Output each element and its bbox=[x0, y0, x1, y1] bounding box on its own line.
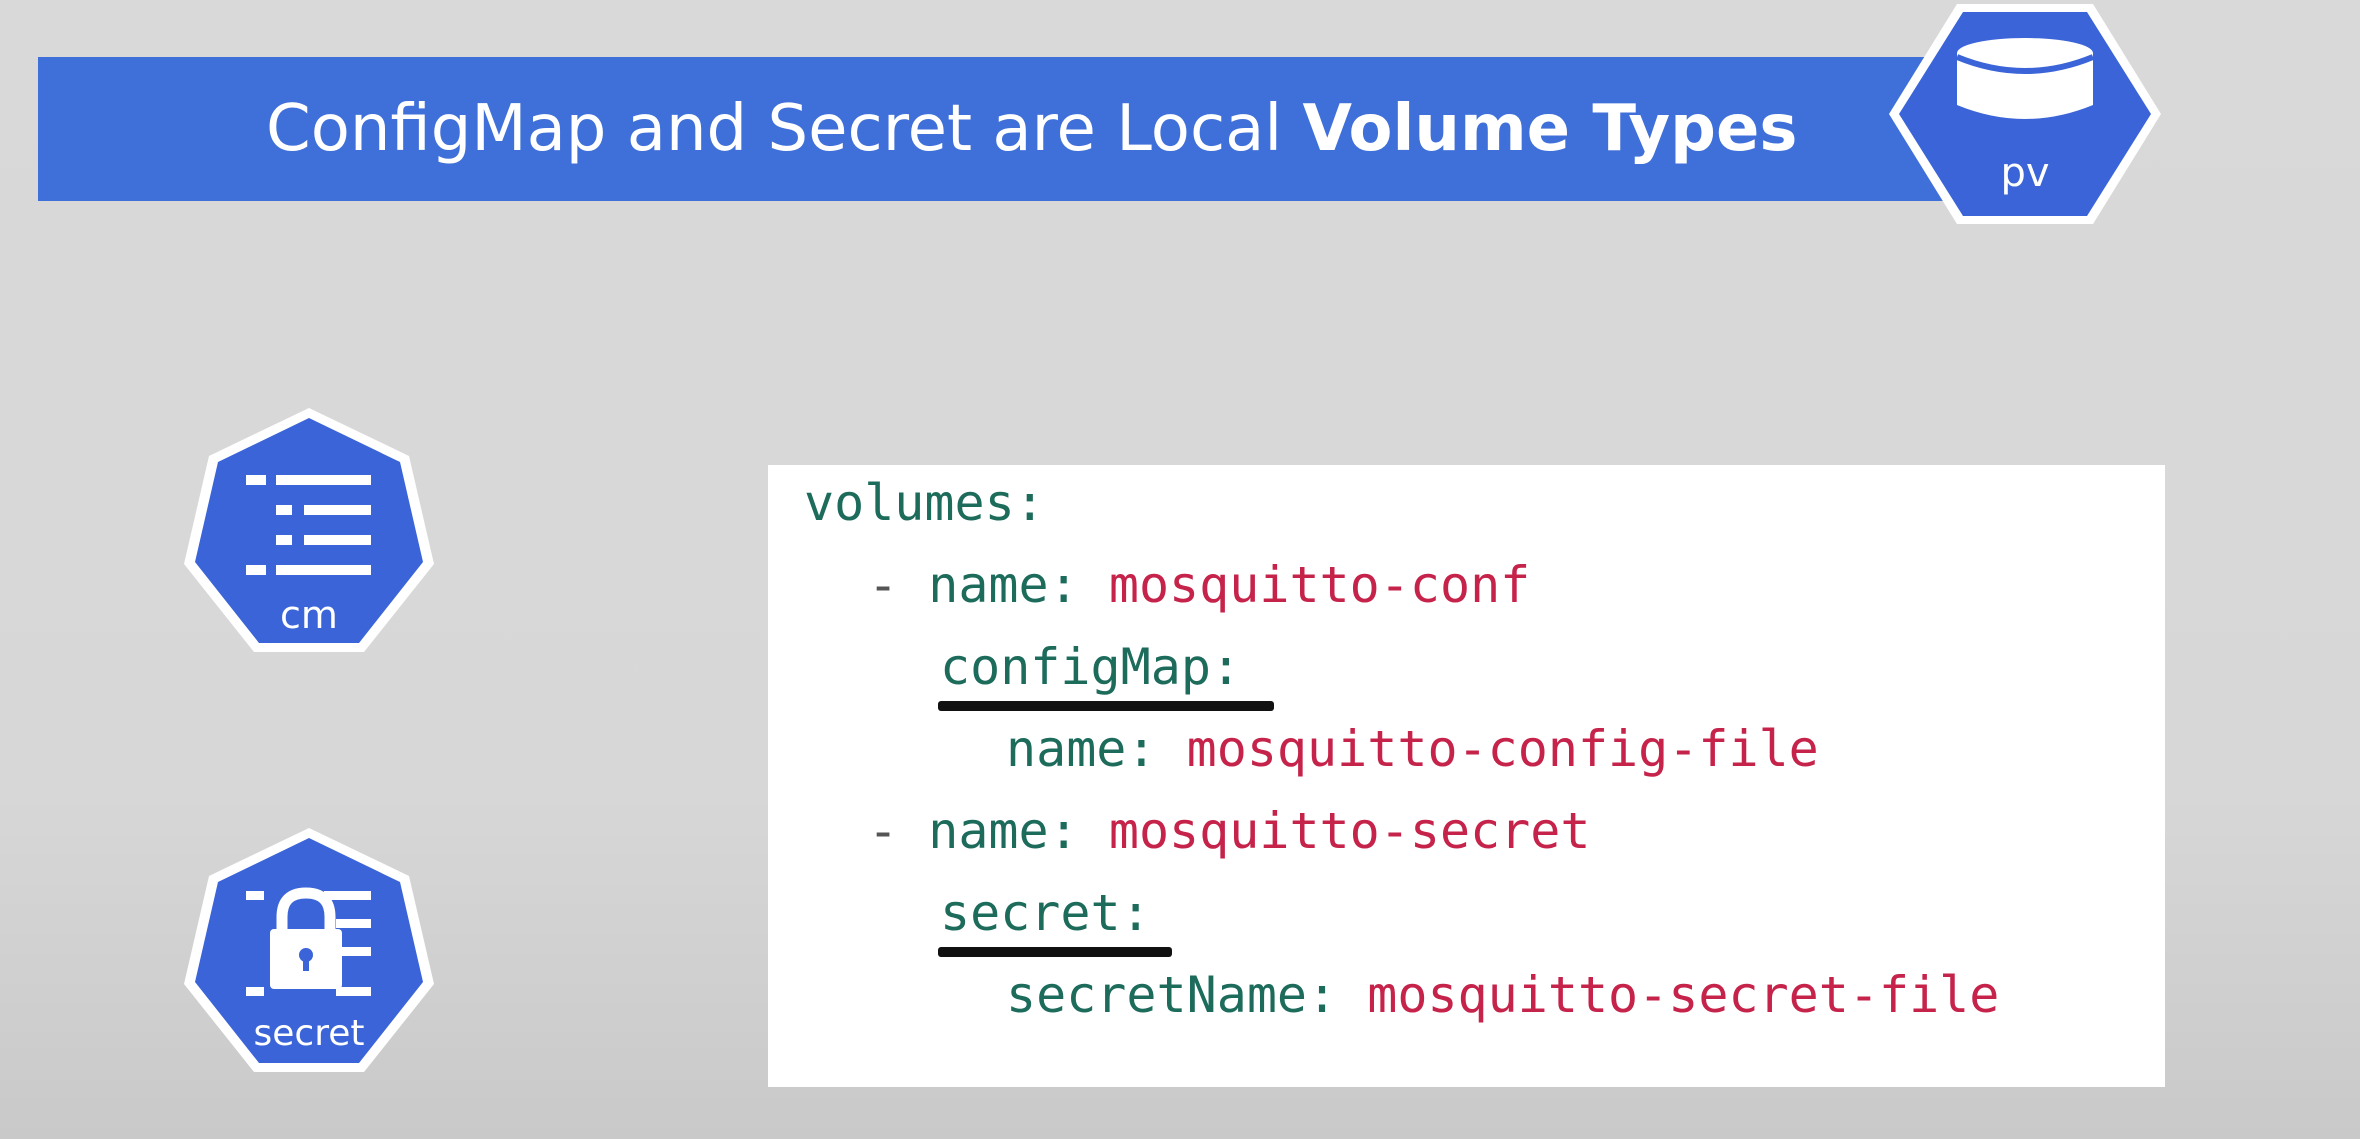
configmap-badge: cm bbox=[178, 405, 440, 667]
yaml-code-panel: volumes: - name: mosquitto-conf configMa… bbox=[768, 465, 2165, 1087]
code-line-secretname: secretName: mosquitto-secret-file bbox=[1006, 965, 1999, 1025]
yaml-key: name: bbox=[928, 556, 1109, 614]
database-icon bbox=[1955, 38, 2095, 119]
secret-label: secret bbox=[253, 1013, 365, 1054]
secret-badge: secret bbox=[178, 825, 440, 1087]
yaml-key: secretName: bbox=[1006, 966, 1368, 1024]
pv-label: pv bbox=[2000, 150, 2050, 196]
code-line-configmap: configMap: bbox=[940, 637, 1241, 697]
page-title: ConfigMap and Secret are Local Volume Ty… bbox=[266, 57, 1797, 201]
yaml-key: volumes: bbox=[804, 474, 1045, 532]
yaml-dash: - bbox=[868, 556, 929, 614]
secret-underline bbox=[938, 947, 1172, 957]
code-line-secret: secret: bbox=[940, 883, 1151, 943]
title-banner: ConfigMap and Secret are Local Volume Ty… bbox=[38, 57, 1978, 201]
yaml-value: mosquitto-secret-file bbox=[1367, 966, 2000, 1024]
yaml-key: secret: bbox=[940, 884, 1151, 942]
yaml-value: mosquitto-config-file bbox=[1186, 720, 1819, 778]
yaml-key: name: bbox=[1006, 720, 1187, 778]
code-line-name-secret: - name: mosquitto-secret bbox=[868, 801, 1590, 861]
configmap-list-icon bbox=[246, 475, 371, 575]
lock-icon bbox=[246, 887, 371, 996]
yaml-value: mosquitto-conf bbox=[1108, 556, 1531, 614]
pv-badge: pv bbox=[1885, 0, 2165, 228]
yaml-dash: - bbox=[868, 802, 929, 860]
code-line-name-conf: - name: mosquitto-conf bbox=[868, 555, 1530, 615]
cm-label: cm bbox=[280, 593, 338, 637]
title-regular-text: ConfigMap and Secret are Local bbox=[266, 92, 1303, 166]
configmap-underline bbox=[938, 701, 1274, 711]
code-line-volumes: volumes: bbox=[804, 473, 1045, 533]
yaml-value: mosquitto-secret bbox=[1108, 802, 1591, 860]
yaml-key: configMap: bbox=[940, 638, 1242, 696]
code-line-configmap-name: name: mosquitto-config-file bbox=[1006, 719, 1819, 779]
title-bold-text: Volume Types bbox=[1302, 92, 1798, 166]
yaml-key: name: bbox=[928, 802, 1109, 860]
